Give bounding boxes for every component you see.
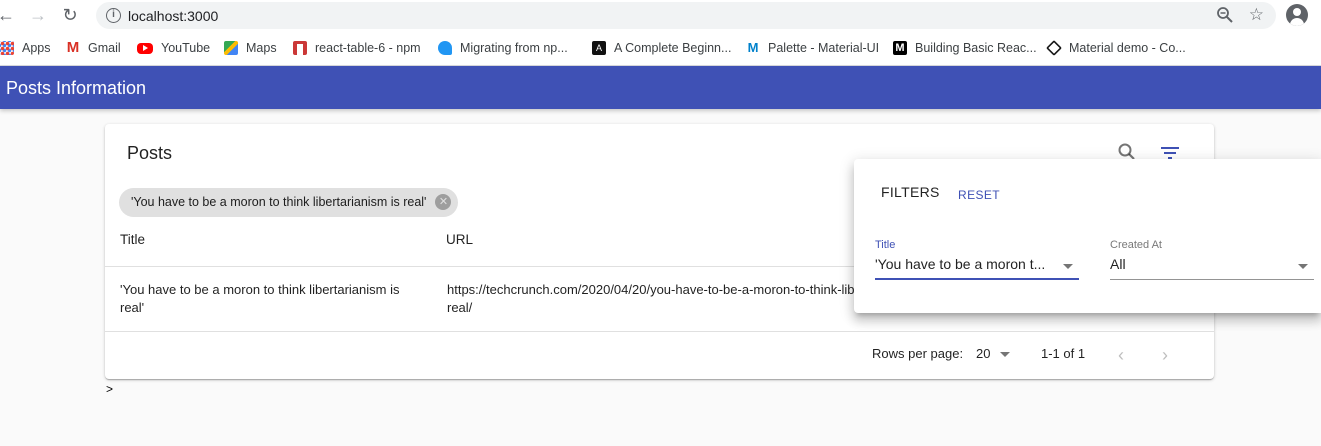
bookmark-apps[interactable]: Apps [0,39,51,57]
rows-per-page-label: Rows per page: [872,346,964,361]
row-divider [105,331,1214,332]
next-page-icon[interactable]: › [1162,345,1168,366]
app-title: Posts Information [6,78,147,98]
created-at-filter-value: All [1110,256,1126,272]
created-at-filter-label: Created At [1110,239,1162,251]
bookmark-label: Migrating from np... [460,41,568,55]
bookmark-palette[interactable]: M Palette - Material-UI [746,39,880,57]
chip-label: 'You have to be a moron to think liberta… [131,195,427,209]
apps-grid-icon [0,41,14,55]
cell-title: 'You have to be a moron to think liberta… [120,281,420,317]
bookmark-migrating[interactable]: Migrating from np... [438,39,568,57]
codesandbox-icon [1046,40,1062,56]
filters-title: FILTERS [881,184,940,200]
bookmark-gmail[interactable]: M Gmail [66,39,121,57]
bookmark-material-demo[interactable]: Material demo - Co... [1046,39,1186,57]
filter-popover: FILTERS RESET Title 'You have to be a mo… [854,159,1321,313]
title-filter-label: Title [875,239,896,251]
maps-icon [224,41,238,55]
youtube-icon [137,42,153,54]
cell-title-line: 'You have to be a moron to think liberta… [120,282,400,297]
title-filter-value: 'You have to be a moron t... [875,256,1046,272]
bookmark-complete-beginner[interactable]: A A Complete Beginn... [592,39,731,57]
bookmark-label: Apps [22,41,51,55]
rows-per-page-value: 20 [976,346,991,361]
bookmarks-bar: Apps M Gmail YouTube Maps react-table-6 … [0,31,1321,66]
bookmark-react-table[interactable]: react-table-6 - npm [293,39,421,57]
bookmark-star-icon[interactable]: ☆ [1249,5,1264,25]
created-at-filter-select[interactable]: All [1110,256,1314,280]
cell-title-line: real' [120,300,145,315]
gmail-icon: M [66,39,80,56]
reset-button[interactable]: RESET [958,188,1000,202]
dropdown-arrow-icon [1063,264,1073,269]
bookmark-label: Maps [246,41,277,55]
back-arrow-icon[interactable]: ← [0,3,18,27]
forward-arrow-icon[interactable]: → [26,3,50,27]
column-header-title[interactable]: Title [120,232,145,247]
bookmark-label: Palette - Material-UI [768,41,880,55]
zoom-icon[interactable] [1216,6,1234,29]
dropdown-arrow-icon [1000,352,1011,358]
cell-url-line: real/ [447,300,473,315]
address-url[interactable]: localhost:3000 [128,8,218,24]
bookmark-label: YouTube [161,41,211,55]
bookmark-label: react-table-6 - npm [315,41,421,55]
site-info-icon[interactable]: i [106,8,121,23]
bookmark-youtube[interactable]: YouTube [137,39,210,57]
app-bar: Posts Information [0,66,1321,109]
rows-per-page-select[interactable]: 20 [976,346,1011,361]
cell-url: https://techcrunch.com/2020/04/20/you-ha… [447,281,867,317]
browser-toolbar: ← → ↻ i localhost:3000 ☆ [0,0,1321,31]
bookmark-label: Building Basic Reac... [915,41,1037,55]
medium-icon: M [893,41,907,55]
title-filter-select[interactable]: 'You have to be a moron t... [875,256,1079,280]
material-ui-icon: M [747,40,759,55]
chip-delete-icon[interactable]: ✕ [435,194,452,210]
bookmark-label: Gmail [88,41,121,55]
article-icon: A [592,41,606,55]
previous-page-icon[interactable]: ‹ [1118,345,1124,366]
profile-avatar-icon[interactable] [1286,4,1308,26]
bookmark-label: Material demo - Co... [1069,41,1186,55]
bookmark-building-basic[interactable]: M Building Basic Reac... [893,39,1037,57]
active-filter-chip[interactable]: 'You have to be a moron to think liberta… [119,188,459,217]
bookmark-label: A Complete Beginn... [614,41,732,55]
pagination-range: 1-1 of 1 [1041,346,1086,361]
stray-text: > [106,382,114,396]
table-title: Posts [127,143,173,163]
column-header-url[interactable]: URL [446,232,473,247]
dropdown-arrow-icon [1298,264,1308,269]
reload-icon[interactable]: ↻ [58,3,82,27]
npm-icon [293,41,307,55]
cell-url-line: https://techcrunch.com/2020/04/20/you-ha… [447,282,862,297]
bookmark-maps[interactable]: Maps [224,39,277,57]
address-bar[interactable]: i localhost:3000 ☆ [96,2,1276,29]
docs-icon [438,41,452,55]
